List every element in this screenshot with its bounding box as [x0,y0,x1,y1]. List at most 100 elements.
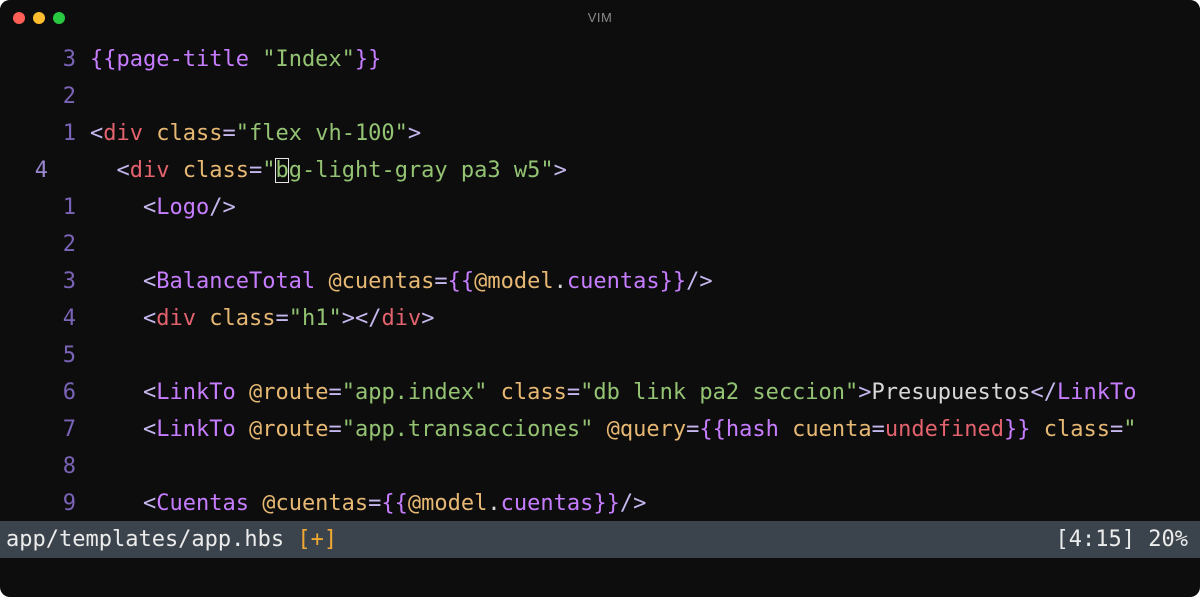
code-token: = [566,380,581,405]
window-title: VIM [587,10,613,25]
code-token: @cuentas [328,269,435,294]
code-token: = [328,380,342,405]
code-line[interactable]: 2 [0,78,1200,115]
code-line[interactable]: 3 {{page-title "Index"}} [0,41,1200,78]
code-token: class [209,306,276,331]
code-text[interactable]: {{page-title "Index"}} [90,41,381,78]
code-token: {{ [90,47,117,72]
code-text[interactable]: <Cuentas @cuentas={{@model.cuentas}}/> [90,485,646,522]
code-token: Logo [156,195,210,220]
code-token: }} [593,491,620,516]
code-token: /> [686,269,713,294]
code-token: = [222,121,236,146]
code-line[interactable]: 7 <LinkTo @route="app.transacciones" @qu… [0,411,1200,448]
code-token: cuenta [792,417,872,442]
code-token: . [553,269,567,294]
status-modified-flag: [+] [297,527,338,552]
code-text[interactable]: <Logo/> [90,189,236,226]
code-text[interactable]: <BalanceTotal @cuentas={{@model.cuentas}… [90,263,713,300]
code-token: "flex vh-100" [235,121,408,146]
code-token: div [381,306,422,331]
code-token: " [262,158,276,183]
code-token: < [90,121,104,146]
code-line[interactable]: 1 <div class="flex vh-100"> [0,115,1200,152]
line-number: 3 [62,47,76,72]
code-text[interactable]: <div class="h1"></div> [90,300,434,337]
code-line[interactable]: 1 <Logo/> [0,189,1200,226]
code-token: = [368,491,382,516]
editor-buffer[interactable]: 3 {{page-title "Index"}} 2 1 <div class="fle… [0,41,1200,521]
code-token: = [248,158,263,183]
code-text[interactable]: <LinkTo @route="app.transacciones" @quer… [90,411,1137,448]
code-token: cuentas [500,491,594,516]
code-token: ></ [341,306,382,331]
code-line[interactable]: 5 [0,337,1200,374]
code-token: LinkTo [156,417,236,442]
code-token: undefined [884,417,1005,442]
code-token: /> [209,195,236,220]
line-number: 4 [34,158,48,183]
code-token: BalanceTotal [156,269,316,294]
code-token: div [156,306,196,331]
code-token: class [156,121,223,146]
line-number: 4 [62,306,76,331]
code-token: = [275,306,289,331]
code-line[interactable]: 6 <LinkTo @route="app.index" class="db l… [0,374,1200,411]
line-number: 9 [62,491,76,516]
title-bar[interactable]: VIM [0,0,1200,36]
code-token: = [328,417,342,442]
code-token: < [142,491,157,516]
code-token: > [421,306,435,331]
code-token: @cuentas [262,491,369,516]
code-line[interactable]: 9 <Cuentas @cuentas={{@model.cuentas}}/> [0,485,1200,522]
code-token: cuentas [566,269,660,294]
code-token: "h1" [288,306,342,331]
status-position-info: [4:15] 20% [1056,521,1188,558]
code-text[interactable]: <div class="flex vh-100"> [90,115,421,152]
code-token: > [407,121,422,146]
code-line[interactable]: 4 <div class="h1"></div> [0,300,1200,337]
code-token: }} [1004,417,1031,442]
code-token: = [1110,417,1124,442]
code-token: < [142,195,157,220]
status-scroll-percent: 20% [1148,527,1188,552]
code-text[interactable]: <LinkTo @route="app.index" class="db lin… [90,374,1137,411]
line-number: 1 [62,121,76,146]
code-token: < [116,158,130,183]
code-token: @model [474,269,554,294]
code-token: </ [1030,380,1058,405]
code-token: class [182,158,249,183]
code-token: > [858,380,872,405]
code-token: @route [248,417,329,442]
code-token: g-light-gray pa3 w5" [288,158,554,183]
code-token: "db link pa2 seccion" [580,380,859,405]
code-token: "app.transacciones" [341,417,594,442]
code-line[interactable]: 2 [0,226,1200,263]
code-token: @route [248,380,329,405]
line-number: 2 [62,232,76,257]
code-line[interactable]: 3 <BalanceTotal @cuentas={{@model.cuenta… [0,263,1200,300]
code-token: = [686,417,700,442]
code-token: div [129,158,170,183]
code-line[interactable]: 8 [0,448,1200,485]
code-token: {{ [381,491,408,516]
code-token: " [1123,417,1137,442]
code-text[interactable]: <div class="bg-light-gray pa3 w5"> [90,152,567,189]
code-token: . [487,491,501,516]
code-token: "app.index" [341,380,488,405]
code-token: Presupuestos [871,380,1031,405]
status-cursor-position: [4:15] [1055,527,1135,552]
current-code-line[interactable]: 4 <div class="bg-light-gray pa3 w5"> [0,152,1200,189]
